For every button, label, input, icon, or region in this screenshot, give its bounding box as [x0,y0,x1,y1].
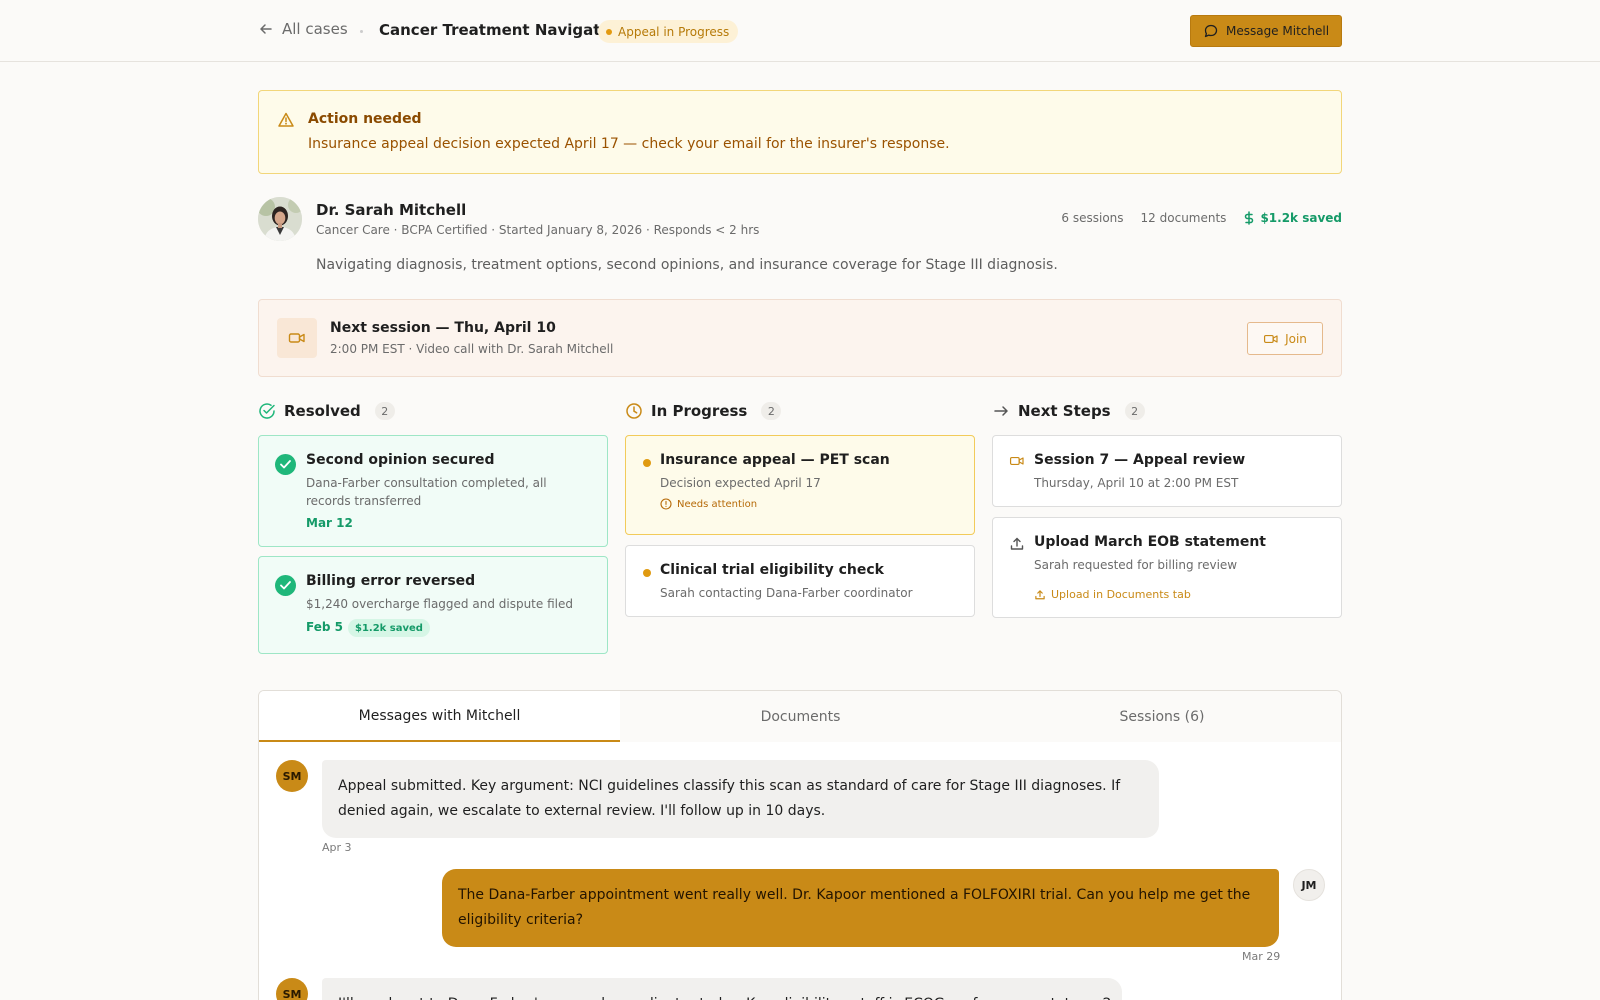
video-camera-icon [1263,333,1279,345]
arrow-right-icon [992,402,1010,420]
message-bubble-incoming: I'll reach out to Dana-Farber's research… [322,978,1122,1000]
in-progress-label: In Progress [651,402,748,420]
in-progress-header: In Progress 2 [625,400,975,422]
card-title: Insurance appeal — PET scan [660,452,890,468]
needs-attention-flag: Needs attention [660,498,757,510]
upload-icon [1009,536,1025,552]
top-bar: All cases Cancer Treatment Navigation Ap… [0,0,1600,62]
check-icon [275,454,296,475]
avatar: SM [276,760,308,792]
messages-panel: Messages with Mitchell Documents Session… [258,690,1342,1000]
card-description: Sarah contacting Dana-Farber coordinator [660,586,913,600]
resolved-column: Resolved 2 [258,400,608,422]
resolved-card[interactable]: Billing error reversed $1,240 overcharge… [258,556,608,654]
message-date: Mar 29 [1242,950,1281,963]
savings-stat: $1.2k saved [1243,211,1342,225]
check-icon [275,575,296,596]
case-description: Navigating diagnosis, treatment options,… [316,257,1058,273]
next-steps-count: 2 [1124,402,1145,420]
message-date: Apr 3 [322,841,352,854]
page-title: Cancer Treatment Navigation [379,21,627,39]
provider-avatar [258,197,302,241]
card-date: Mar 12 [306,516,353,530]
action-alert: Action needed Insurance appeal decision … [258,90,1342,174]
sessions-count: 6 sessions [1061,211,1124,225]
avatar: JM [1293,869,1325,901]
card-title: Billing error reversed [306,573,476,589]
message-mitchell-button[interactable]: Message Mitchell [1190,15,1342,47]
next-session-title: Next session — Thu, April 10 [330,320,556,336]
upload-icon [1034,589,1046,601]
next-step-card[interactable]: Upload March EOB statement Sarah request… [992,517,1342,618]
case-stats: 6 sessions 12 documents $1.2k saved [1061,211,1342,225]
needs-attention-label: Needs attention [677,498,758,510]
chat-bubble-icon [1203,23,1219,39]
savings-label: $1.2k saved [1260,211,1342,225]
in-progress-count: 2 [761,402,782,420]
status-dot [606,28,612,35]
next-session-subtitle: 2:00 PM EST · Video call with Dr. Sarah … [330,342,614,356]
savings-badge: $1.2k saved [348,619,430,637]
in-progress-card[interactable]: Clinical trial eligibility check Sarah c… [625,545,975,617]
card-title: Second opinion secured [306,452,495,468]
warning-triangle-icon [277,111,295,129]
card-title: Clinical trial eligibility check [660,562,884,578]
join-label: Join [1285,331,1307,346]
upload-documents-link[interactable]: Upload in Documents tab [1034,588,1191,601]
next-steps-label: Next Steps [1018,402,1111,420]
check-circle-icon [258,402,276,420]
documents-count: 12 documents [1140,211,1227,225]
arrow-left-icon [258,21,274,37]
alert-circle-icon [660,498,672,510]
card-description: Thursday, April 10 at 2:00 PM EST [1034,476,1239,490]
video-camera-icon [277,318,317,358]
card-description: $1,240 overcharge flagged and dispute fi… [306,597,573,611]
breadcrumb-separator [360,30,363,33]
provider-meta: Cancer Care · BCPA Certified · Started J… [316,223,760,237]
in-progress-card[interactable]: Insurance appeal — PET scan Decision exp… [625,435,975,535]
next-steps-header: Next Steps 2 [992,400,1342,422]
tab-bar: Messages with Mitchell Documents Session… [259,691,1341,742]
back-link-label: All cases [282,20,348,38]
in-progress-column: In Progress 2 [625,400,975,422]
provider-name[interactable]: Dr. Sarah Mitchell [316,201,466,219]
message-bubble-outgoing: The Dana-Farber appointment went really … [442,869,1279,947]
status-dot [643,459,651,467]
back-link[interactable]: All cases [258,20,348,38]
resolved-header: Resolved 2 [258,400,608,422]
dollar-icon [1243,211,1255,225]
card-title: Upload March EOB statement [1034,534,1266,550]
message-bubble-incoming: Appeal submitted. Key argument: NCI guid… [322,760,1159,838]
avatar: SM [276,978,308,1000]
card-description: Decision expected April 17 [660,476,821,490]
next-step-card[interactable]: Session 7 — Appeal review Thursday, Apri… [992,435,1342,507]
message-mitchell-label: Message Mitchell [1225,24,1330,38]
resolved-label: Resolved [284,402,361,420]
resolved-count: 2 [374,402,395,420]
clock-icon [625,402,643,420]
status-badge: Appeal in Progress [598,20,739,43]
status-dot [643,569,651,577]
next-session-card: Next session — Thu, April 10 2:00 PM EST… [258,299,1342,377]
upload-link-label: Upload in Documents tab [1051,588,1191,601]
status-badge-label: Appeal in Progress [618,24,730,39]
card-description: Sarah requested for billing review [1034,558,1238,572]
join-button[interactable]: Join [1247,322,1323,355]
resolved-card[interactable]: Second opinion secured Dana-Farber consu… [258,435,608,547]
next-steps-column: Next Steps 2 [992,400,1342,422]
alert-text: Insurance appeal decision expected April… [308,136,950,152]
tab-documents[interactable]: Documents [620,691,981,742]
alert-title: Action needed [308,111,422,127]
card-title: Session 7 — Appeal review [1034,452,1246,468]
card-date: Feb 5 [306,620,343,634]
tab-sessions[interactable]: Sessions (6) [981,691,1341,742]
card-description: Dana-Farber consultation completed, all … [306,476,547,508]
tab-messages[interactable]: Messages with Mitchell [259,691,620,742]
video-camera-icon [1009,455,1025,467]
